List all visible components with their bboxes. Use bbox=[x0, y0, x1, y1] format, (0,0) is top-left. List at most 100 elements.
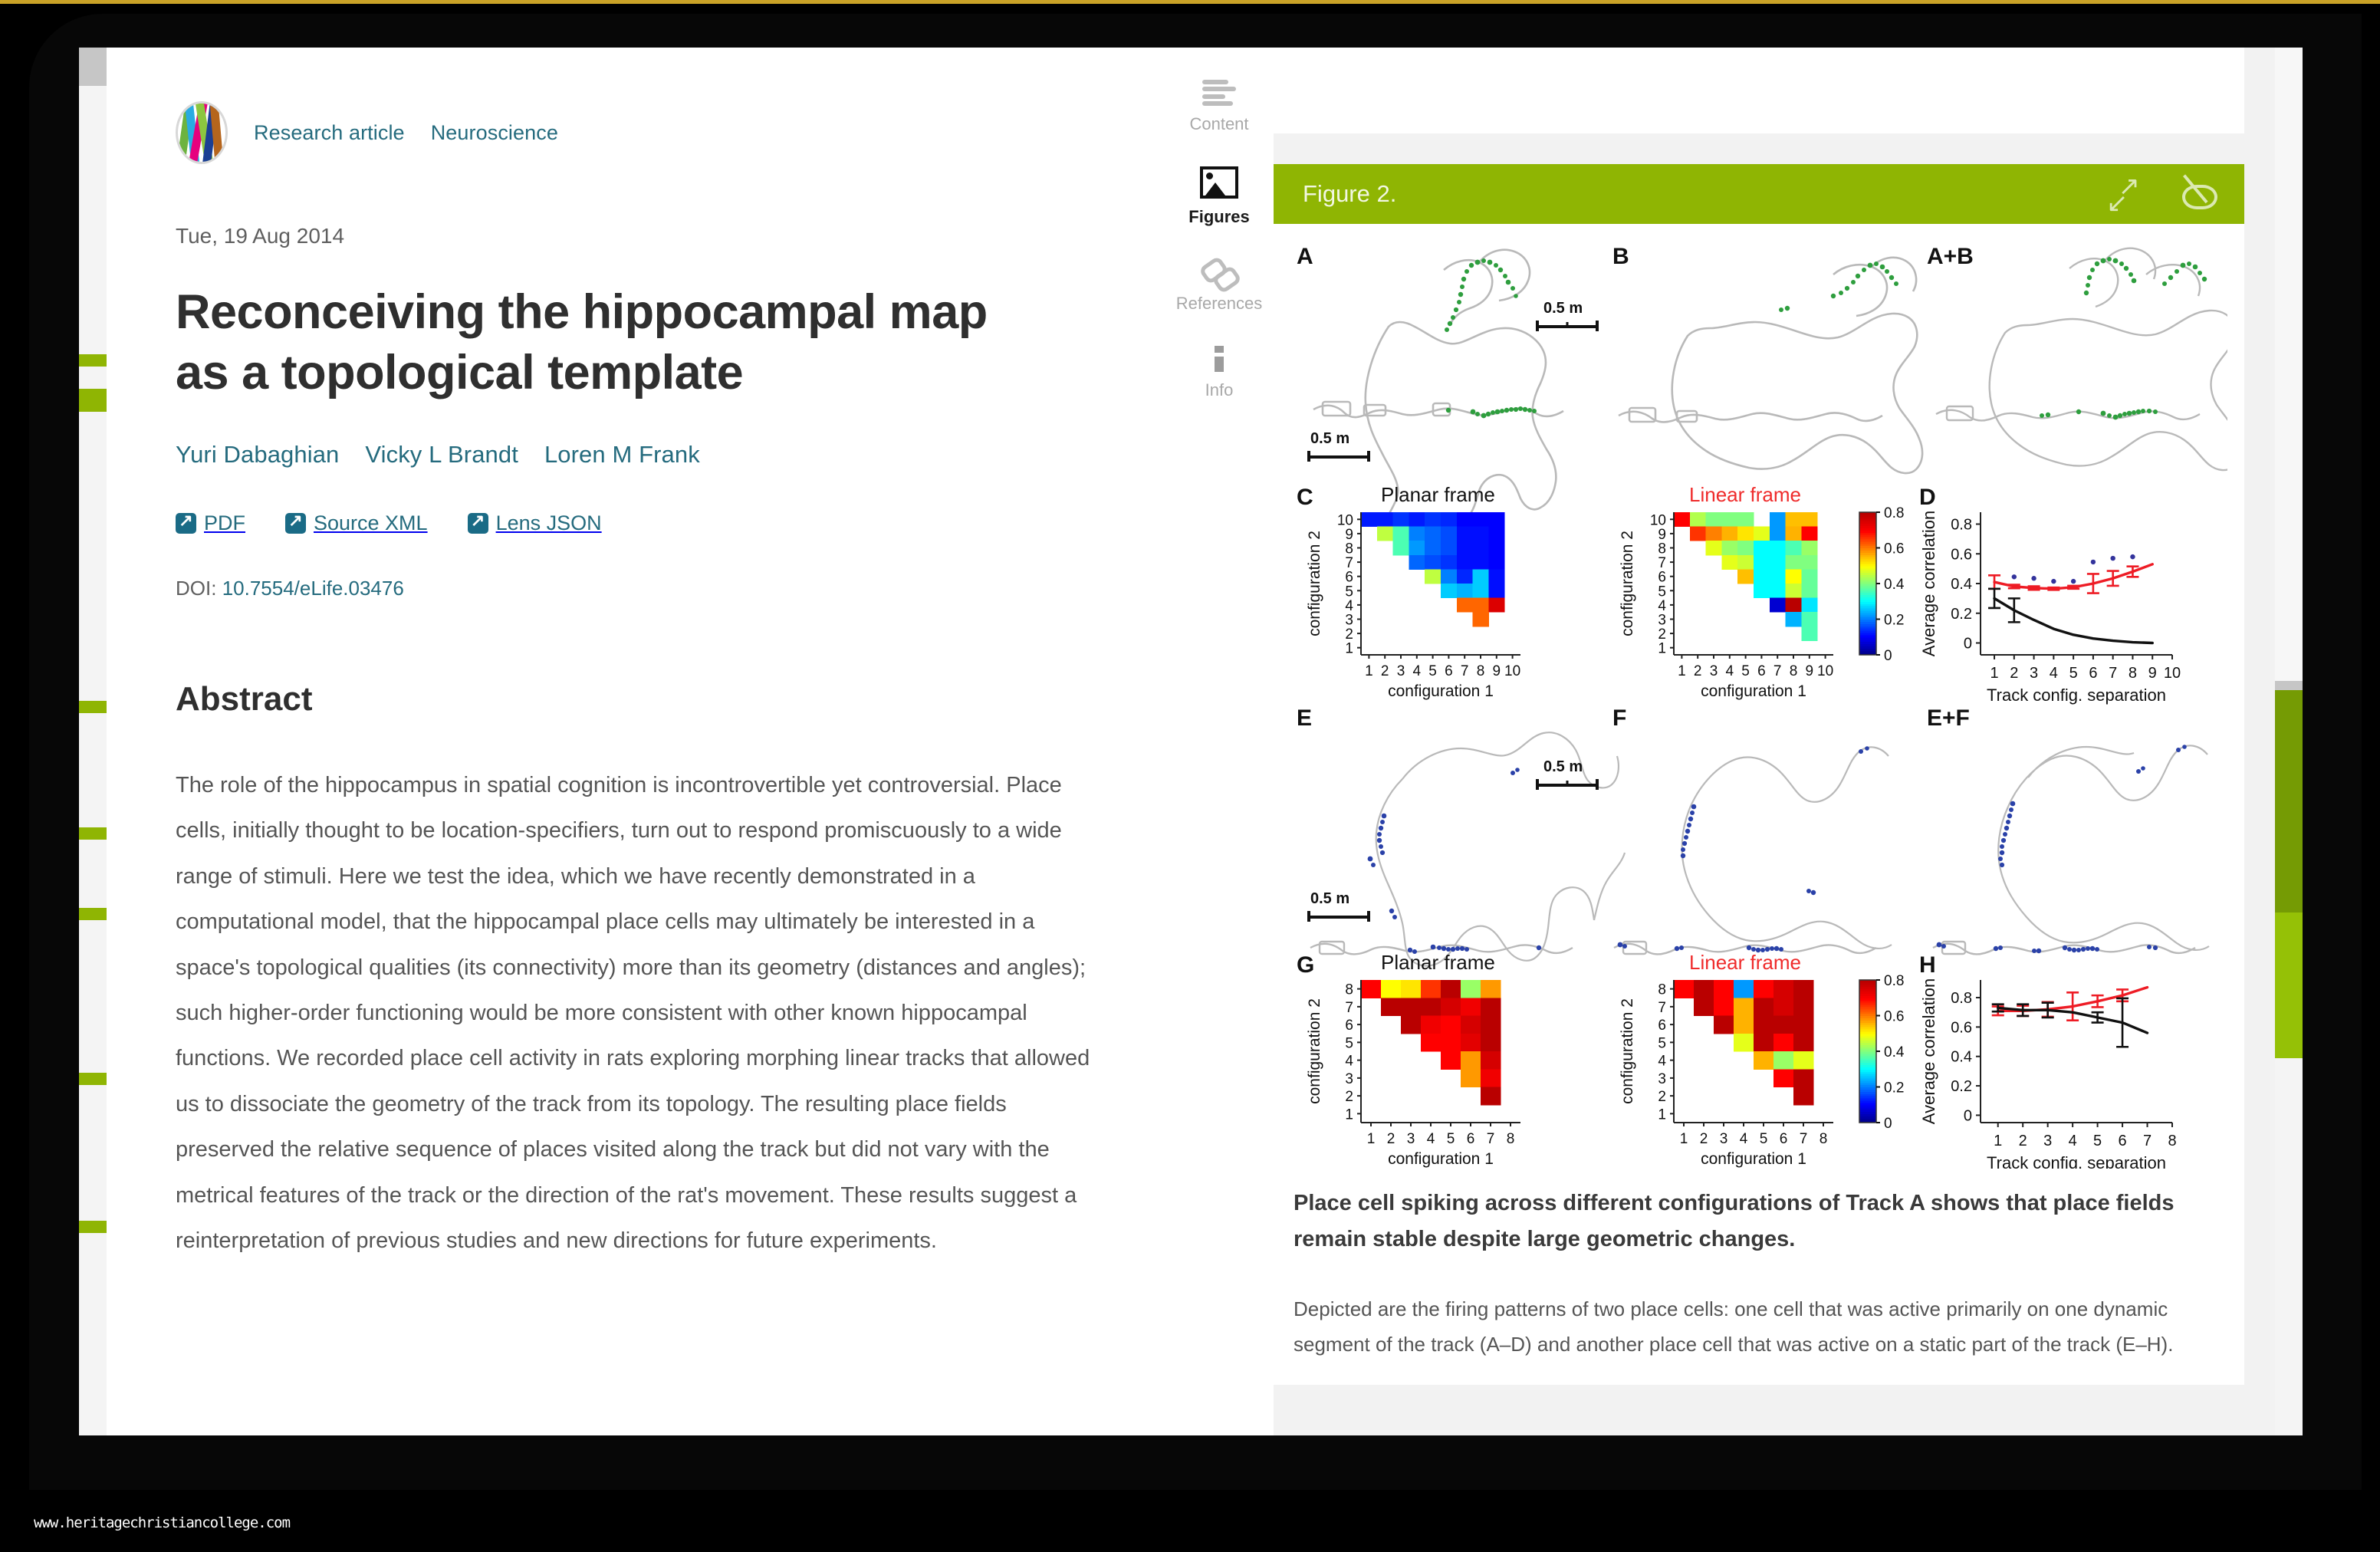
svg-text:3: 3 bbox=[1345, 613, 1353, 629]
info-icon bbox=[1214, 346, 1225, 372]
download-links: PDF Source XML Lens JSON bbox=[176, 510, 1103, 535]
toolbar-item-content[interactable]: Content bbox=[1165, 80, 1274, 134]
toolbar-label: Info bbox=[1205, 380, 1234, 400]
svg-text:0.2: 0.2 bbox=[1884, 1080, 1904, 1097]
abstract-heading: Abstract bbox=[176, 679, 313, 718]
svg-text:5: 5 bbox=[2093, 1133, 2102, 1149]
external-link-icon bbox=[467, 510, 488, 534]
svg-text:1: 1 bbox=[1658, 1106, 1666, 1123]
svg-text:1: 1 bbox=[1994, 1133, 2002, 1149]
svg-text:8: 8 bbox=[1345, 541, 1353, 557]
svg-text:10: 10 bbox=[2164, 665, 2181, 682]
svg-text:5: 5 bbox=[1345, 584, 1353, 600]
rail-scroll-thumb[interactable] bbox=[79, 48, 107, 86]
svg-text:H: H bbox=[1919, 952, 1936, 978]
svg-text:0.6: 0.6 bbox=[1884, 1009, 1904, 1025]
download-label: Lens JSON bbox=[495, 511, 602, 534]
figures-pane: Figure 2. A B A+B bbox=[1274, 48, 2275, 1435]
svg-text:1: 1 bbox=[1680, 1131, 1688, 1147]
svg-text:6: 6 bbox=[1467, 1131, 1475, 1147]
svg-text:3: 3 bbox=[1345, 1071, 1353, 1087]
figure-card: Figure 2. A B A+B bbox=[1274, 164, 2244, 1386]
svg-text:5: 5 bbox=[1345, 1035, 1353, 1051]
svg-text:0.5 m: 0.5 m bbox=[1543, 300, 1583, 317]
svg-text:2: 2 bbox=[1345, 626, 1353, 643]
svg-text:10: 10 bbox=[1817, 663, 1833, 679]
publication-date: Tue, 19 Aug 2014 bbox=[176, 224, 345, 248]
author-link[interactable]: Vicky L Brandt bbox=[365, 441, 518, 469]
doi-link[interactable]: 10.7554/eLife.03476 bbox=[222, 577, 404, 600]
download-pdf-link[interactable]: PDF bbox=[176, 510, 245, 535]
svg-text:9: 9 bbox=[1806, 663, 1814, 679]
svg-text:7: 7 bbox=[1487, 1131, 1495, 1147]
svg-text:1: 1 bbox=[1345, 641, 1353, 657]
article-subject-link[interactable]: Neuroscience bbox=[431, 121, 558, 145]
rail-marker bbox=[79, 354, 107, 367]
figure-title: Figure 2. bbox=[1303, 180, 1397, 207]
hide-figure-icon[interactable] bbox=[2180, 174, 2217, 209]
expand-icon[interactable] bbox=[2106, 171, 2140, 219]
svg-text:6: 6 bbox=[1658, 1018, 1666, 1034]
svg-text:4: 4 bbox=[1740, 1131, 1748, 1147]
svg-text:6: 6 bbox=[1345, 570, 1353, 586]
article-type-link[interactable]: Research article bbox=[254, 121, 405, 145]
download-label: Source XML bbox=[314, 511, 428, 534]
svg-text:10: 10 bbox=[1650, 512, 1666, 528]
svg-text:D: D bbox=[1919, 485, 1936, 510]
svg-text:2: 2 bbox=[1381, 663, 1389, 679]
external-link-icon bbox=[285, 510, 306, 534]
figure-caption-body: Depicted are the firing patterns of two … bbox=[1294, 1297, 2174, 1356]
svg-text:E+F: E+F bbox=[1927, 705, 1970, 731]
figure-caption-title: Place cell spiking across different conf… bbox=[1294, 1191, 2175, 1251]
screenshot-root: Research article Neuroscience Tue, 19 Au… bbox=[0, 0, 2380, 1552]
svg-text:4: 4 bbox=[1413, 663, 1422, 679]
svg-text:Track config. separation: Track config. separation bbox=[1987, 1153, 2166, 1169]
author-link[interactable]: Yuri Dabaghian bbox=[176, 441, 339, 469]
svg-text:0: 0 bbox=[1884, 648, 1892, 664]
svg-text:8: 8 bbox=[2168, 1133, 2176, 1149]
svg-text:7: 7 bbox=[1773, 663, 1782, 679]
download-source-xml-link[interactable]: Source XML bbox=[285, 510, 428, 535]
right-marker-rail[interactable] bbox=[2275, 48, 2303, 1435]
svg-text:Planar frame: Planar frame bbox=[1381, 951, 1495, 974]
abstract-text: The role of the hippocampus in spatial c… bbox=[176, 772, 1090, 1254]
author-link[interactable]: Loren M Frank bbox=[544, 441, 700, 469]
svg-text:A: A bbox=[1297, 244, 1313, 269]
top-hairline bbox=[0, 0, 2380, 4]
svg-text:2: 2 bbox=[1387, 1131, 1395, 1147]
download-lens-json-link[interactable]: Lens JSON bbox=[467, 510, 602, 535]
left-marker-rail[interactable] bbox=[79, 48, 107, 1435]
svg-text:configuration 1: configuration 1 bbox=[1701, 1150, 1806, 1168]
svg-text:0.6: 0.6 bbox=[1951, 1019, 1972, 1036]
svg-text:7: 7 bbox=[2109, 665, 2117, 682]
image-icon bbox=[1200, 166, 1238, 199]
rail-marker-dark bbox=[2275, 690, 2303, 912]
svg-text:0.5 m: 0.5 m bbox=[1543, 758, 1583, 775]
svg-text:5: 5 bbox=[1658, 1035, 1666, 1051]
svg-text:0.8: 0.8 bbox=[1884, 505, 1904, 521]
toolbar-label: Figures bbox=[1188, 207, 1250, 226]
svg-text:configuration 2: configuration 2 bbox=[1306, 998, 1323, 1104]
link-chain-icon bbox=[1198, 255, 1243, 294]
page-title: Reconceiving the hippocampal map as a to… bbox=[176, 285, 988, 400]
toolbar-item-figures[interactable]: Figures bbox=[1165, 166, 1274, 227]
svg-text:10: 10 bbox=[1337, 512, 1353, 528]
svg-text:6: 6 bbox=[2089, 665, 2097, 682]
svg-text:4: 4 bbox=[1658, 1054, 1666, 1070]
svg-text:9: 9 bbox=[2148, 665, 2157, 682]
svg-text:6: 6 bbox=[1757, 663, 1766, 679]
toolbar-item-info[interactable]: Info bbox=[1165, 346, 1274, 400]
toolbar-item-references[interactable]: References bbox=[1165, 255, 1274, 314]
svg-text:0.4: 0.4 bbox=[1884, 1044, 1905, 1060]
article-column: Research article Neuroscience Tue, 19 Au… bbox=[107, 48, 1165, 1435]
figure-toolbar: Content Figures References Info bbox=[1165, 48, 1274, 1435]
svg-text:1: 1 bbox=[1678, 663, 1686, 679]
svg-text:2: 2 bbox=[1658, 626, 1666, 643]
svg-text:Average correlation: Average correlation bbox=[1919, 978, 1938, 1124]
svg-text:Track config. separation: Track config. separation bbox=[1987, 686, 2166, 705]
svg-text:3: 3 bbox=[1658, 1071, 1666, 1087]
svg-text:5: 5 bbox=[2069, 665, 2078, 682]
download-label: PDF bbox=[204, 511, 245, 534]
svg-text:8: 8 bbox=[1345, 982, 1353, 998]
svg-text:4: 4 bbox=[1658, 598, 1666, 614]
